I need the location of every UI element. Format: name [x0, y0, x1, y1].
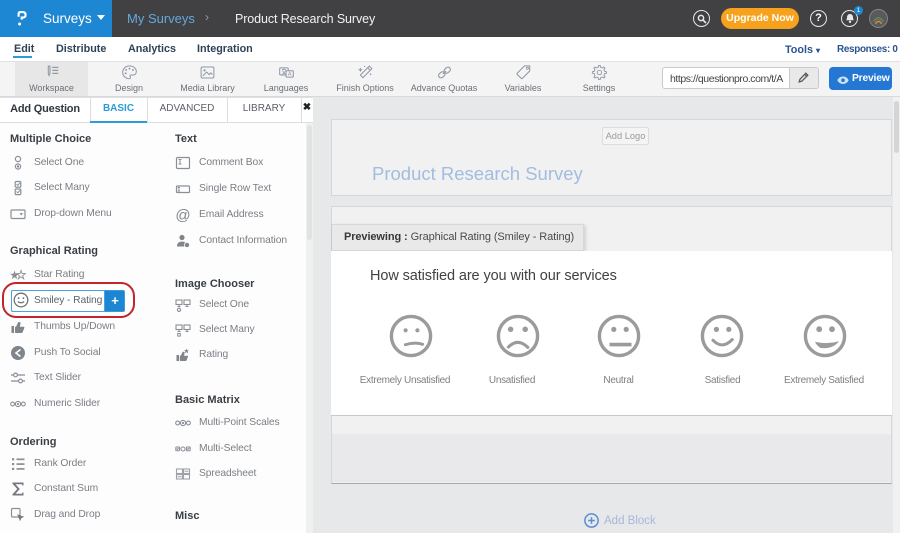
svg-text:A: A: [287, 72, 291, 78]
svg-text:@: @: [175, 207, 190, 223]
